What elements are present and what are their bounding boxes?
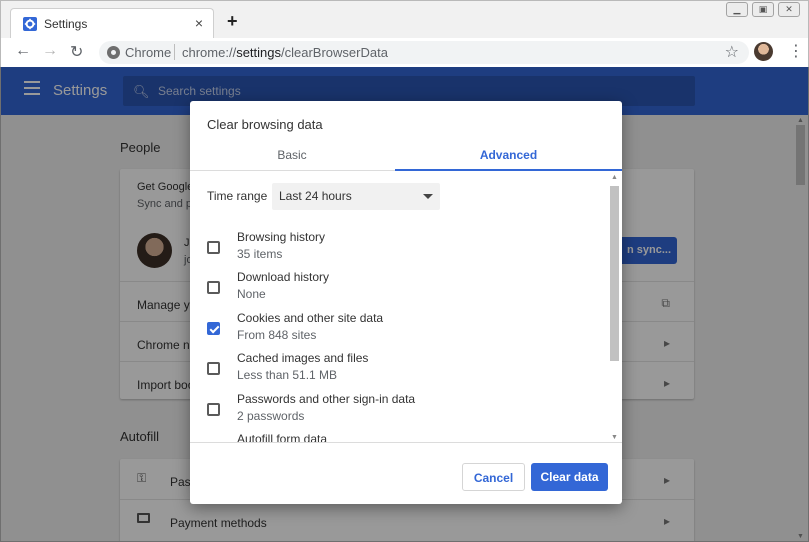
checkbox[interactable] — [207, 403, 220, 416]
menu-dots-icon[interactable]: ⋮ — [788, 41, 804, 61]
url-text: chrome://settings/clearBrowserData — [182, 45, 388, 60]
option-detail: Less than 51.1 MB — [237, 368, 338, 382]
clear-browsing-data-dialog: Clear browsing data Basic Advanced Time … — [190, 101, 622, 504]
tab-close-icon[interactable]: × — [195, 15, 203, 31]
option-label: Cookies and other site data — [237, 311, 384, 325]
dropdown-caret-icon — [423, 194, 433, 199]
close-window-icon[interactable]: ✕ — [778, 2, 800, 17]
profile-avatar-icon[interactable] — [754, 42, 773, 61]
option-download-history[interactable]: Download history None — [190, 269, 608, 309]
checkbox[interactable] — [207, 281, 220, 294]
omnibox-chip: Chrome — [125, 45, 172, 60]
clear-data-button[interactable]: Clear data — [531, 463, 608, 491]
address-bar[interactable]: Chrome chrome://settings/clearBrowserDat… — [99, 41, 749, 64]
browser-toolbar: ← → ↻ Chrome chrome://settings/clearBrow… — [0, 38, 809, 67]
option-browsing-history[interactable]: Browsing history 35 items — [190, 229, 608, 269]
tab-title: Settings — [44, 17, 88, 31]
forward-arrow-icon[interactable]: → — [42, 42, 58, 60]
tab-settings[interactable]: Settings × — [10, 8, 214, 39]
option-cached-images[interactable]: Cached images and files Less than 51.1 M… — [190, 350, 608, 390]
option-label: Passwords and other sign-in data — [237, 392, 416, 406]
scroll-up-icon[interactable]: ▲ — [611, 174, 618, 181]
restore-icon[interactable]: ▣ — [752, 2, 774, 17]
option-detail: 2 passwords — [237, 409, 305, 423]
tab-strip: Settings × + ▁ ▣ ✕ — [0, 0, 809, 39]
back-arrow-icon[interactable]: ← — [15, 42, 31, 60]
option-passwords[interactable]: Passwords and other sign-in data 2 passw… — [190, 391, 608, 431]
checkbox-checked[interactable] — [207, 322, 220, 335]
window-controls: ▁ ▣ ✕ — [726, 2, 800, 17]
new-tab-button[interactable]: + — [227, 11, 238, 32]
checkbox[interactable] — [207, 362, 220, 375]
dialog-tabs: Basic Advanced — [190, 143, 622, 171]
settings-gear-icon — [23, 17, 37, 31]
bookmark-star-icon[interactable]: ☆ — [725, 42, 739, 62]
scroll-down-icon[interactable]: ▼ — [611, 434, 618, 441]
option-detail: 35 items — [237, 247, 283, 261]
omnibox-divider — [174, 44, 175, 60]
dialog-scrollbar[interactable]: ▲ ▼ — [609, 172, 621, 442]
option-label: Cached images and files — [237, 351, 369, 365]
minimize-icon[interactable]: ▁ — [726, 2, 748, 17]
time-range-label: Time range — [207, 189, 268, 203]
reload-icon[interactable]: ↻ — [70, 42, 83, 62]
option-label: Autofill form data — [237, 432, 328, 443]
site-info-icon[interactable] — [107, 46, 120, 59]
option-autofill[interactable]: Autofill form data — [190, 431, 608, 443]
tab-basic[interactable]: Basic — [190, 143, 394, 171]
time-range-select[interactable]: Last 24 hours — [272, 183, 440, 210]
checkbox[interactable] — [207, 241, 220, 254]
scrollbar-thumb[interactable] — [610, 186, 619, 361]
tab-advanced[interactable]: Advanced — [395, 143, 622, 171]
dialog-body: Time range Last 24 hours Browsing histor… — [190, 172, 622, 443]
dialog-title: Clear browsing data — [207, 117, 323, 132]
option-detail: None — [237, 287, 266, 301]
option-label: Download history — [237, 270, 330, 284]
option-cookies[interactable]: Cookies and other site data From 848 sit… — [190, 310, 608, 350]
time-range-value: Last 24 hours — [279, 189, 352, 203]
cancel-button[interactable]: Cancel — [462, 463, 525, 491]
option-detail: From 848 sites — [237, 328, 317, 342]
option-label: Browsing history — [237, 230, 326, 244]
